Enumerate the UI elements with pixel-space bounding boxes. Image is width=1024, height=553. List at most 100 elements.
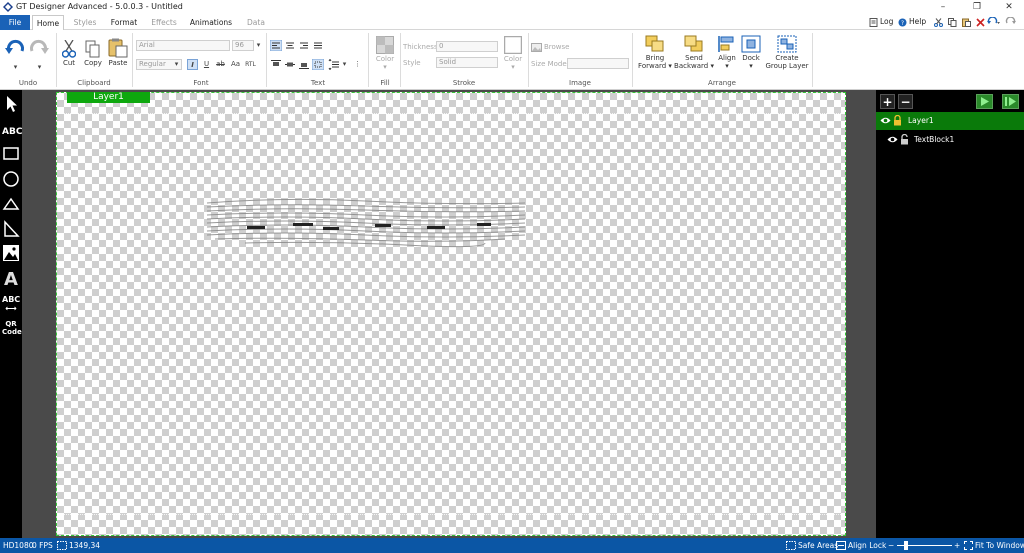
stretch-text-icon[interactable] (312, 59, 324, 70)
right-triangle-tool-icon[interactable] (2, 219, 20, 239)
browse-label[interactable]: Browse (544, 43, 570, 51)
paste-button[interactable]: Paste (106, 38, 130, 67)
align-left-icon[interactable] (270, 40, 282, 51)
text-tool[interactable]: ABC (2, 122, 22, 142)
cut-button[interactable]: Cut (59, 40, 79, 67)
font-size-dropdown-icon[interactable]: ▾ (253, 40, 264, 51)
triangle-tool-icon[interactable] (2, 194, 20, 214)
eye-icon[interactable] (880, 116, 891, 125)
underline-button[interactable]: U (201, 59, 212, 70)
safe-areas-toggle[interactable]: Safe Areas (798, 541, 838, 550)
ellipse-tool-icon[interactable] (2, 169, 20, 189)
create-group-layer-button[interactable]: Create Group Layer (764, 35, 810, 70)
stroke-color-label: Color (503, 55, 523, 63)
play-all-button[interactable] (1002, 94, 1019, 109)
layer-row-layer1[interactable]: Layer1 (876, 112, 1024, 130)
delete-small-icon[interactable] (976, 18, 985, 27)
stroke-style-select[interactable]: Solid (436, 57, 498, 68)
send-backward-button[interactable]: Send Backward ▾ (674, 35, 714, 70)
lock-icon[interactable] (893, 115, 902, 126)
redo-icon[interactable] (28, 38, 50, 60)
tab-data[interactable]: Data (242, 15, 270, 30)
stroke-style-label: Style (403, 59, 421, 67)
close-button[interactable]: ✕ (994, 0, 1024, 14)
align-lock-toggle[interactable]: Align Lock (848, 541, 886, 550)
log-button[interactable]: Log (880, 17, 893, 26)
fill-color-button[interactable]: Color ▾ (372, 36, 398, 71)
minimize-button[interactable]: – (928, 0, 958, 14)
design-canvas[interactable] (56, 92, 846, 536)
browse-image-icon[interactable] (531, 43, 542, 52)
tab-format[interactable]: Format (108, 15, 140, 30)
align-middle-icon[interactable] (284, 59, 296, 70)
size-mode-select[interactable] (567, 58, 629, 69)
unlock-icon[interactable] (900, 134, 909, 145)
restore-button[interactable]: ❐ (962, 0, 992, 14)
zoom-slider-thumb[interactable] (904, 541, 908, 550)
app-logo-icon (3, 2, 13, 12)
more-text-options-icon[interactable]: ⋮ (352, 59, 363, 70)
zoom-out-button[interactable]: − (888, 541, 894, 550)
align-lock-icon[interactable] (836, 541, 846, 550)
rtl-button[interactable]: RTL (245, 59, 256, 70)
align-bottom-icon[interactable] (298, 59, 310, 70)
font-style-dropdown-icon[interactable]: ▾ (171, 59, 182, 70)
align-top-icon[interactable] (270, 59, 282, 70)
send-backward-icon (684, 35, 703, 52)
font-family-select[interactable]: Arial (136, 40, 230, 51)
bring-forward-button[interactable]: Bring Forward ▾ (636, 35, 674, 70)
bring-forward-label-1: Bring (645, 54, 665, 62)
qr-code-tool[interactable]: QR Code (2, 320, 22, 342)
text-effect-tool-icon[interactable]: A (2, 268, 20, 288)
strikethrough-button[interactable]: ab (215, 59, 226, 70)
file-menu[interactable]: File (0, 15, 30, 30)
font-case-button[interactable]: Aa (230, 59, 241, 70)
fit-to-window-button[interactable]: Fit To Window (975, 541, 1024, 550)
undo-small-icon[interactable] (986, 17, 1000, 27)
italic-button[interactable]: I (187, 59, 198, 70)
copy-button[interactable]: Copy (82, 40, 104, 67)
fit-to-window-icon[interactable] (964, 541, 973, 550)
eye-icon[interactable] (887, 135, 898, 144)
image-tool-icon[interactable] (2, 243, 20, 263)
safe-areas-icon[interactable] (786, 541, 796, 550)
undo-icon[interactable] (4, 38, 26, 60)
align-justify-icon[interactable] (312, 40, 324, 51)
undo-dropdown-icon[interactable]: ▾ (10, 62, 21, 73)
redo-dropdown-icon[interactable]: ▾ (34, 62, 45, 73)
align-right-icon[interactable] (298, 40, 310, 51)
cut-small-icon[interactable] (934, 18, 943, 27)
tab-home[interactable]: Home (32, 15, 64, 31)
group-divider (368, 33, 369, 87)
select-pointer-icon[interactable] (2, 94, 20, 114)
undo-group-label: Undo (18, 79, 38, 87)
tab-animations[interactable]: Animations (188, 15, 234, 30)
remove-layer-button[interactable]: − (898, 94, 913, 109)
clipboard-group-label: Clipboard (77, 79, 111, 87)
font-size-select[interactable]: 96 (232, 40, 254, 51)
layer-tag[interactable]: Layer1 (67, 92, 150, 103)
thickness-select[interactable]: 0 (436, 41, 498, 52)
tab-styles[interactable]: Styles (70, 15, 100, 30)
align-center-icon[interactable] (284, 40, 296, 51)
dock-button[interactable]: Dock ▾ (740, 35, 762, 70)
align-button[interactable]: Align ▾ (716, 35, 738, 70)
tab-effects[interactable]: Effects (148, 15, 180, 30)
add-layer-button[interactable]: + (880, 94, 895, 109)
textblock-element[interactable] (205, 193, 530, 255)
stroke-color-button[interactable]: Color ▾ (501, 36, 525, 71)
rectangle-tool-icon[interactable] (2, 144, 20, 164)
paste-small-icon[interactable] (962, 18, 971, 27)
line-spacing-dropdown-icon[interactable]: ▾ (339, 59, 350, 70)
scrolling-text-tool[interactable]: ABC ⟷ (2, 295, 20, 317)
zoom-in-button[interactable]: + (954, 541, 960, 550)
layer-row-textblock1[interactable]: TextBlock1 (876, 131, 1024, 149)
play-button[interactable] (976, 94, 993, 109)
play-icon (981, 97, 989, 106)
coordinates-label: 1349,34 (69, 541, 101, 550)
copy-small-icon[interactable] (948, 18, 957, 27)
log-icon[interactable] (869, 18, 878, 27)
help-icon[interactable]: ? (898, 18, 907, 27)
redo-small-icon[interactable] (1004, 17, 1018, 27)
help-button[interactable]: Help (909, 17, 926, 26)
